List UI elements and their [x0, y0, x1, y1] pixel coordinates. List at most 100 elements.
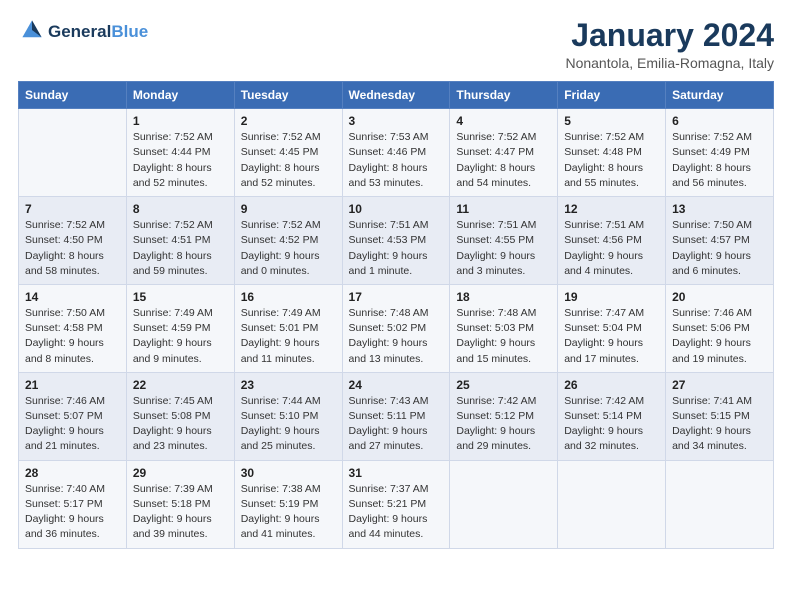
- location-title: Nonantola, Emilia-Romagna, Italy: [565, 55, 774, 71]
- calendar-cell: 15 Sunrise: 7:49 AMSunset: 4:59 PMDayligh…: [126, 284, 234, 372]
- calendar-cell: 25 Sunrise: 7:42 AMSunset: 5:12 PMDayligh…: [450, 372, 558, 460]
- week-row-3: 14 Sunrise: 7:50 AMSunset: 4:58 PMDayligh…: [19, 284, 774, 372]
- day-number: 6: [672, 114, 767, 128]
- calendar-cell: 14 Sunrise: 7:50 AMSunset: 4:58 PMDayligh…: [19, 284, 127, 372]
- calendar-cell: 1 Sunrise: 7:52 AMSunset: 4:44 PMDaylight…: [126, 109, 234, 197]
- day-info: Sunrise: 7:49 AMSunset: 5:01 PMDaylight:…: [241, 306, 336, 367]
- day-info: Sunrise: 7:48 AMSunset: 5:02 PMDaylight:…: [349, 306, 444, 367]
- day-number: 30: [241, 466, 336, 480]
- day-info: Sunrise: 7:51 AMSunset: 4:55 PMDaylight:…: [456, 218, 551, 279]
- day-info: Sunrise: 7:46 AMSunset: 5:06 PMDaylight:…: [672, 306, 767, 367]
- calendar-cell: 23Sunrise: 7:44 AMSunset: 5:10 PMDayligh…: [234, 372, 342, 460]
- calendar-cell: [19, 109, 127, 197]
- week-row-5: 28Sunrise: 7:40 AMSunset: 5:17 PMDayligh…: [19, 460, 774, 548]
- day-number: 4: [456, 114, 551, 128]
- calendar-cell: 20 Sunrise: 7:46 AMSunset: 5:06 PMDayligh…: [666, 284, 774, 372]
- calendar-cell: 11 Sunrise: 7:51 AMSunset: 4:55 PMDayligh…: [450, 197, 558, 285]
- day-info: Sunrise: 7:43 AMSunset: 5:11 PMDaylight:…: [349, 394, 444, 455]
- calendar-cell: 30 Sunrise: 7:38 AMSunset: 5:19 PMDayligh…: [234, 460, 342, 548]
- week-row-1: 1 Sunrise: 7:52 AMSunset: 4:44 PMDaylight…: [19, 109, 774, 197]
- day-info: Sunrise: 7:45 AMSunset: 5:08 PMDaylight:…: [133, 394, 228, 455]
- calendar-cell: 17 Sunrise: 7:48 AMSunset: 5:02 PMDayligh…: [342, 284, 450, 372]
- calendar-table: SundayMondayTuesdayWednesdayThursdayFrid…: [18, 81, 774, 548]
- day-info: Sunrise: 7:51 AMSunset: 4:56 PMDaylight:…: [564, 218, 659, 279]
- logo-icon: [20, 18, 44, 42]
- day-info: Sunrise: 7:46 AMSunset: 5:07 PMDaylight:…: [25, 394, 120, 455]
- day-info: Sunrise: 7:42 AMSunset: 5:12 PMDaylight:…: [456, 394, 551, 455]
- day-number: 8: [133, 202, 228, 216]
- day-info: Sunrise: 7:39 AMSunset: 5:18 PMDaylight:…: [133, 482, 228, 543]
- calendar-cell: 5 Sunrise: 7:52 AMSunset: 4:48 PMDaylight…: [558, 109, 666, 197]
- day-number: 16: [241, 290, 336, 304]
- day-info: Sunrise: 7:49 AMSunset: 4:59 PMDaylight:…: [133, 306, 228, 367]
- weekday-header-tuesday: Tuesday: [234, 82, 342, 109]
- day-number: 15: [133, 290, 228, 304]
- day-info: Sunrise: 7:42 AMSunset: 5:14 PMDaylight:…: [564, 394, 659, 455]
- calendar-cell: [450, 460, 558, 548]
- day-number: 11: [456, 202, 551, 216]
- calendar-cell: 12 Sunrise: 7:51 AMSunset: 4:56 PMDayligh…: [558, 197, 666, 285]
- day-number: 31: [349, 466, 444, 480]
- day-number: 22: [133, 378, 228, 392]
- day-number: 18: [456, 290, 551, 304]
- day-number: 3: [349, 114, 444, 128]
- day-info: Sunrise: 7:48 AMSunset: 5:03 PMDaylight:…: [456, 306, 551, 367]
- day-info: Sunrise: 7:38 AMSunset: 5:19 PMDaylight:…: [241, 482, 336, 543]
- day-number: 27: [672, 378, 767, 392]
- day-number: 20: [672, 290, 767, 304]
- calendar-cell: 7 Sunrise: 7:52 AMSunset: 4:50 PMDaylight…: [19, 197, 127, 285]
- day-info: Sunrise: 7:50 AMSunset: 4:57 PMDaylight:…: [672, 218, 767, 279]
- calendar-header: SundayMondayTuesdayWednesdayThursdayFrid…: [19, 82, 774, 109]
- weekday-header-row: SundayMondayTuesdayWednesdayThursdayFrid…: [19, 82, 774, 109]
- calendar-cell: 3 Sunrise: 7:53 AMSunset: 4:46 PMDaylight…: [342, 109, 450, 197]
- day-number: 13: [672, 202, 767, 216]
- day-number: 9: [241, 202, 336, 216]
- calendar-cell: [558, 460, 666, 548]
- day-number: 7: [25, 202, 120, 216]
- day-number: 5: [564, 114, 659, 128]
- day-number: 1: [133, 114, 228, 128]
- calendar-cell: 9 Sunrise: 7:52 AMSunset: 4:52 PMDaylight…: [234, 197, 342, 285]
- day-info: Sunrise: 7:52 AMSunset: 4:45 PMDaylight:…: [241, 130, 336, 191]
- calendar-cell: 31 Sunrise: 7:37 AMSunset: 5:21 PMDayligh…: [342, 460, 450, 548]
- day-info: Sunrise: 7:50 AMSunset: 4:58 PMDaylight:…: [25, 306, 120, 367]
- day-info: Sunrise: 7:51 AMSunset: 4:53 PMDaylight:…: [349, 218, 444, 279]
- day-number: 21: [25, 378, 120, 392]
- weekday-header-monday: Monday: [126, 82, 234, 109]
- day-number: 25: [456, 378, 551, 392]
- header: GeneralBlue January 2024 Nonantola, Emil…: [18, 18, 774, 71]
- week-row-4: 21 Sunrise: 7:46 AMSunset: 5:07 PMDayligh…: [19, 372, 774, 460]
- day-info: Sunrise: 7:52 AMSunset: 4:50 PMDaylight:…: [25, 218, 120, 279]
- day-number: 14: [25, 290, 120, 304]
- month-title: January 2024: [565, 18, 774, 53]
- day-number: 26: [564, 378, 659, 392]
- day-info: Sunrise: 7:52 AMSunset: 4:52 PMDaylight:…: [241, 218, 336, 279]
- day-number: 10: [349, 202, 444, 216]
- calendar-cell: 13 Sunrise: 7:50 AMSunset: 4:57 PMDayligh…: [666, 197, 774, 285]
- logo-text-blue: Blue: [111, 22, 148, 41]
- day-info: Sunrise: 7:52 AMSunset: 4:48 PMDaylight:…: [564, 130, 659, 191]
- day-info: Sunrise: 7:53 AMSunset: 4:46 PMDaylight:…: [349, 130, 444, 191]
- calendar-cell: 10 Sunrise: 7:51 AMSunset: 4:53 PMDayligh…: [342, 197, 450, 285]
- day-number: 12: [564, 202, 659, 216]
- calendar-cell: 24 Sunrise: 7:43 AMSunset: 5:11 PMDayligh…: [342, 372, 450, 460]
- calendar-cell: 18 Sunrise: 7:48 AMSunset: 5:03 PMDayligh…: [450, 284, 558, 372]
- weekday-header-sunday: Sunday: [19, 82, 127, 109]
- day-number: 17: [349, 290, 444, 304]
- weekday-header-friday: Friday: [558, 82, 666, 109]
- day-info: Sunrise: 7:52 AMSunset: 4:47 PMDaylight:…: [456, 130, 551, 191]
- day-info: Sunrise: 7:52 AMSunset: 4:44 PMDaylight:…: [133, 130, 228, 191]
- day-number: 24: [349, 378, 444, 392]
- day-number: 28: [25, 466, 120, 480]
- calendar-cell: 27Sunrise: 7:41 AMSunset: 5:15 PMDayligh…: [666, 372, 774, 460]
- logo: GeneralBlue: [18, 18, 148, 47]
- day-number: 19: [564, 290, 659, 304]
- calendar-cell: 29Sunrise: 7:39 AMSunset: 5:18 PMDayligh…: [126, 460, 234, 548]
- calendar-cell: 2Sunrise: 7:52 AMSunset: 4:45 PMDaylight…: [234, 109, 342, 197]
- day-number: 23: [241, 378, 336, 392]
- calendar-body: 1 Sunrise: 7:52 AMSunset: 4:44 PMDaylight…: [19, 109, 774, 548]
- day-info: Sunrise: 7:47 AMSunset: 5:04 PMDaylight:…: [564, 306, 659, 367]
- calendar-cell: 28Sunrise: 7:40 AMSunset: 5:17 PMDayligh…: [19, 460, 127, 548]
- calendar-cell: 22 Sunrise: 7:45 AMSunset: 5:08 PMDayligh…: [126, 372, 234, 460]
- day-info: Sunrise: 7:37 AMSunset: 5:21 PMDaylight:…: [349, 482, 444, 543]
